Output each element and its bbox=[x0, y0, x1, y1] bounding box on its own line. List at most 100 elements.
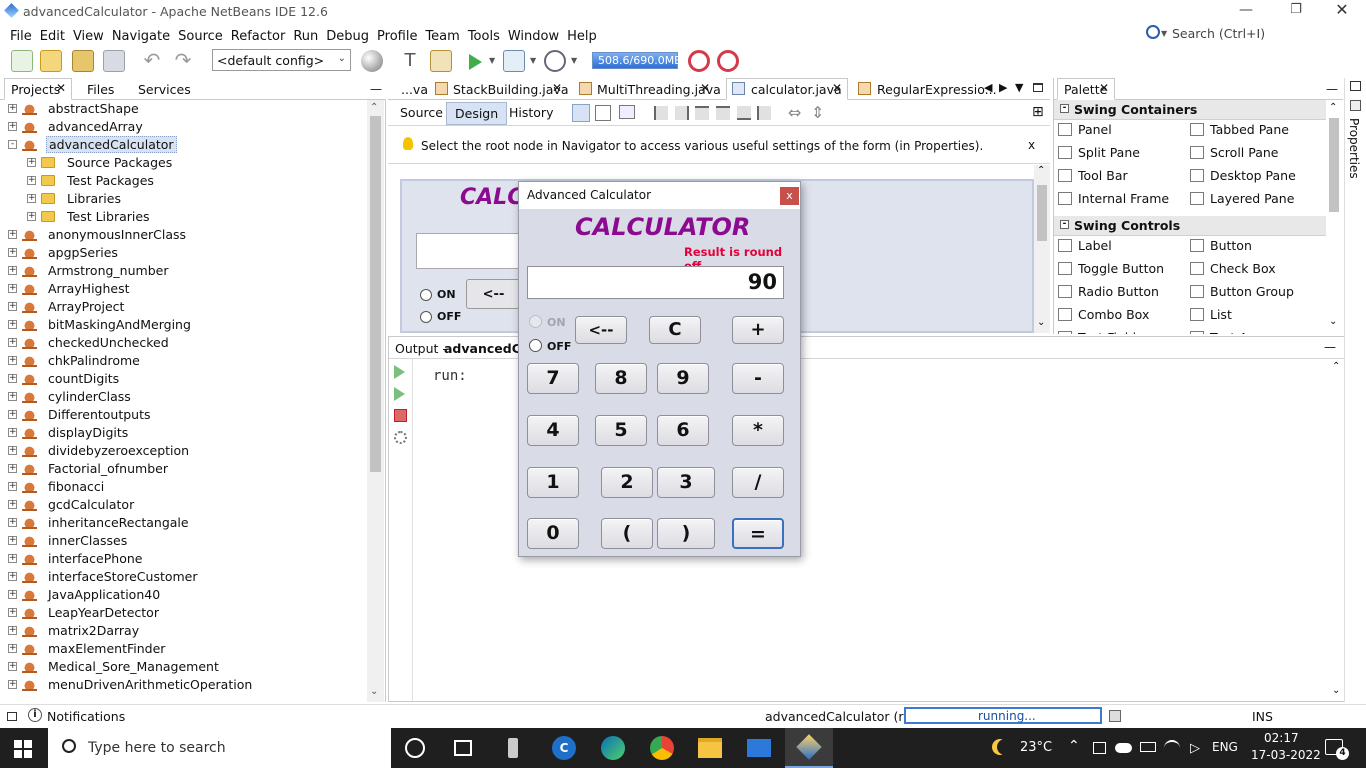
expand-icon[interactable]: + bbox=[8, 518, 17, 527]
debug-dropdown-icon[interactable]: ▼ bbox=[530, 56, 536, 65]
design-tab[interactable]: Design bbox=[446, 102, 508, 125]
expand-icon[interactable]: + bbox=[8, 464, 17, 473]
edge-icon[interactable] bbox=[601, 736, 625, 760]
tree-item[interactable]: + Differentoutputs bbox=[0, 406, 366, 424]
properties-window-icon[interactable] bbox=[1350, 100, 1361, 111]
align-bottom-icon[interactable] bbox=[737, 106, 751, 120]
key-seven-button[interactable]: 7 bbox=[527, 363, 579, 394]
tree-item[interactable]: + countDigits bbox=[0, 370, 366, 388]
key-six-button[interactable]: 6 bbox=[657, 415, 709, 446]
source-tab[interactable]: Source bbox=[392, 102, 451, 123]
cancel-process-icon[interactable] bbox=[1109, 710, 1121, 722]
palette-item-split-pane[interactable]: Split Pane bbox=[1058, 144, 1186, 164]
center-vertically-icon[interactable] bbox=[757, 106, 771, 120]
restore-windows-icon[interactable] bbox=[7, 712, 17, 721]
run-icon[interactable] bbox=[469, 54, 482, 70]
key-one-button[interactable]: 1 bbox=[527, 467, 579, 498]
align-top-icon[interactable] bbox=[716, 106, 730, 120]
menu-view[interactable]: View bbox=[69, 26, 108, 44]
expand-icon[interactable]: + bbox=[8, 374, 17, 383]
volume-icon[interactable]: ▷ bbox=[1190, 741, 1200, 756]
close-icon[interactable]: ✕ bbox=[700, 81, 710, 95]
tree-item[interactable]: + checkedUnchecked bbox=[0, 334, 366, 352]
build-hammer-icon[interactable]: T bbox=[399, 50, 421, 72]
minimize-button[interactable]: — bbox=[1236, 2, 1256, 20]
phone-link-icon[interactable] bbox=[508, 738, 518, 758]
restore-button[interactable]: ❐ bbox=[1286, 2, 1306, 20]
snapshot-icon[interactable] bbox=[717, 50, 739, 72]
connection-mode-icon[interactable] bbox=[595, 105, 611, 121]
task-view-icon[interactable] bbox=[454, 740, 472, 756]
expand-icon[interactable]: + bbox=[8, 482, 17, 491]
tree-item[interactable]: + Test Libraries bbox=[0, 208, 366, 226]
scroll-up-icon[interactable]: ⌃ bbox=[1332, 361, 1340, 372]
profile-ide-icon[interactable] bbox=[688, 50, 710, 72]
palette-item-scroll-pane[interactable]: Scroll Pane bbox=[1190, 144, 1318, 164]
tree-item[interactable]: + Libraries bbox=[0, 190, 366, 208]
expand-icon[interactable]: + bbox=[8, 338, 17, 347]
run-dropdown-icon[interactable]: ▼ bbox=[489, 56, 495, 65]
palette-item-radio-button[interactable]: Radio Button bbox=[1058, 283, 1186, 303]
debug-icon[interactable] bbox=[503, 50, 525, 72]
palette-item-tool-bar[interactable]: Tool Bar bbox=[1058, 167, 1186, 187]
palette-scrollbar[interactable]: ⌃ ⌄ bbox=[1327, 100, 1342, 332]
scrollbar-thumb[interactable] bbox=[1037, 185, 1047, 241]
expand-icon[interactable]: + bbox=[8, 536, 17, 545]
undo-icon[interactable]: ↶ bbox=[141, 50, 163, 72]
scroll-up-icon[interactable]: ⌃ bbox=[1329, 102, 1337, 113]
expand-icon[interactable]: + bbox=[8, 248, 17, 257]
projects-scrollbar[interactable]: ⌃ ⌄ bbox=[367, 100, 384, 702]
expand-icon[interactable]: + bbox=[8, 590, 17, 599]
cortana-icon[interactable] bbox=[405, 738, 425, 758]
tab-files[interactable]: Files bbox=[80, 78, 121, 100]
scrollbar-thumb[interactable] bbox=[370, 116, 381, 472]
editor-scrollbar[interactable]: ⌃ ⌄ bbox=[1034, 165, 1050, 333]
tree-item[interactable]: + apgpSeries bbox=[0, 244, 366, 262]
weather-temp[interactable]: 23°C bbox=[1020, 740, 1052, 755]
history-tab[interactable]: History bbox=[501, 102, 561, 123]
palette-item-internal-frame[interactable]: Internal Frame bbox=[1058, 190, 1186, 210]
tree-item[interactable]: + interfacePhone bbox=[0, 550, 366, 568]
align-left-icon[interactable] bbox=[654, 106, 668, 120]
key-multiply-button[interactable]: * bbox=[732, 415, 784, 446]
onedrive-cloud-icon[interactable] bbox=[1115, 743, 1132, 753]
tree-item[interactable]: + bitMaskingAndMerging bbox=[0, 316, 366, 334]
expand-icon[interactable]: + bbox=[8, 302, 17, 311]
key-minus-button[interactable]: - bbox=[732, 363, 784, 394]
config-select[interactable]: <default config> ⌄ bbox=[212, 49, 351, 71]
netbeans-taskbar-button[interactable] bbox=[785, 728, 833, 768]
tab-list-icon[interactable]: ▼ bbox=[1015, 81, 1023, 94]
tree-item[interactable]: + anonymousInnerClass bbox=[0, 226, 366, 244]
scroll-down-icon[interactable]: ⌄ bbox=[370, 686, 378, 697]
preview-design-icon[interactable] bbox=[619, 105, 635, 119]
restore-group-icon[interactable] bbox=[1350, 81, 1361, 91]
key-equals-button[interactable]: = bbox=[732, 518, 784, 549]
align-right-icon[interactable] bbox=[675, 106, 689, 120]
tree-item[interactable]: + inheritanceRectangale bbox=[0, 514, 366, 532]
resize-vertical-icon[interactable]: ⇕ bbox=[811, 103, 824, 122]
menu-profile[interactable]: Profile bbox=[373, 26, 421, 44]
menu-help[interactable]: Help bbox=[563, 26, 601, 44]
key-close-paren-button[interactable]: ) bbox=[657, 518, 715, 549]
menu-refactor[interactable]: Refactor bbox=[227, 26, 290, 44]
open-project-icon[interactable] bbox=[72, 50, 94, 72]
tree-item[interactable]: + LeapYearDetector bbox=[0, 604, 366, 622]
tree-item[interactable]: + ArrayHighest bbox=[0, 280, 366, 298]
tree-item[interactable]: + dividebyzeroexception bbox=[0, 442, 366, 460]
scroll-up-icon[interactable]: ⌃ bbox=[1037, 165, 1045, 176]
tree-item[interactable]: + Source Packages bbox=[0, 154, 366, 172]
center-horizontally-icon[interactable] bbox=[695, 106, 709, 120]
tree-item[interactable]: - advancedCalculator bbox=[0, 136, 366, 154]
rerun-icon[interactable] bbox=[394, 365, 405, 379]
expand-icon[interactable]: + bbox=[8, 644, 17, 653]
key-zero-button[interactable]: 0 bbox=[527, 518, 579, 549]
tree-item[interactable]: + advancedArray bbox=[0, 118, 366, 136]
expand-toolbar-icon[interactable]: ⊞ bbox=[1032, 104, 1044, 120]
palette-section-header[interactable]: - Swing Containers bbox=[1054, 100, 1326, 120]
language-indicator[interactable]: ENG bbox=[1212, 740, 1238, 754]
tray-chevron-icon[interactable]: ⌃ bbox=[1068, 738, 1080, 754]
output-scrollbar[interactable]: ⌃ ⌄ bbox=[1329, 359, 1345, 701]
key-five-button[interactable]: 5 bbox=[595, 415, 647, 446]
expand-icon[interactable]: + bbox=[8, 680, 17, 689]
key-eight-button[interactable]: 8 bbox=[595, 363, 647, 394]
